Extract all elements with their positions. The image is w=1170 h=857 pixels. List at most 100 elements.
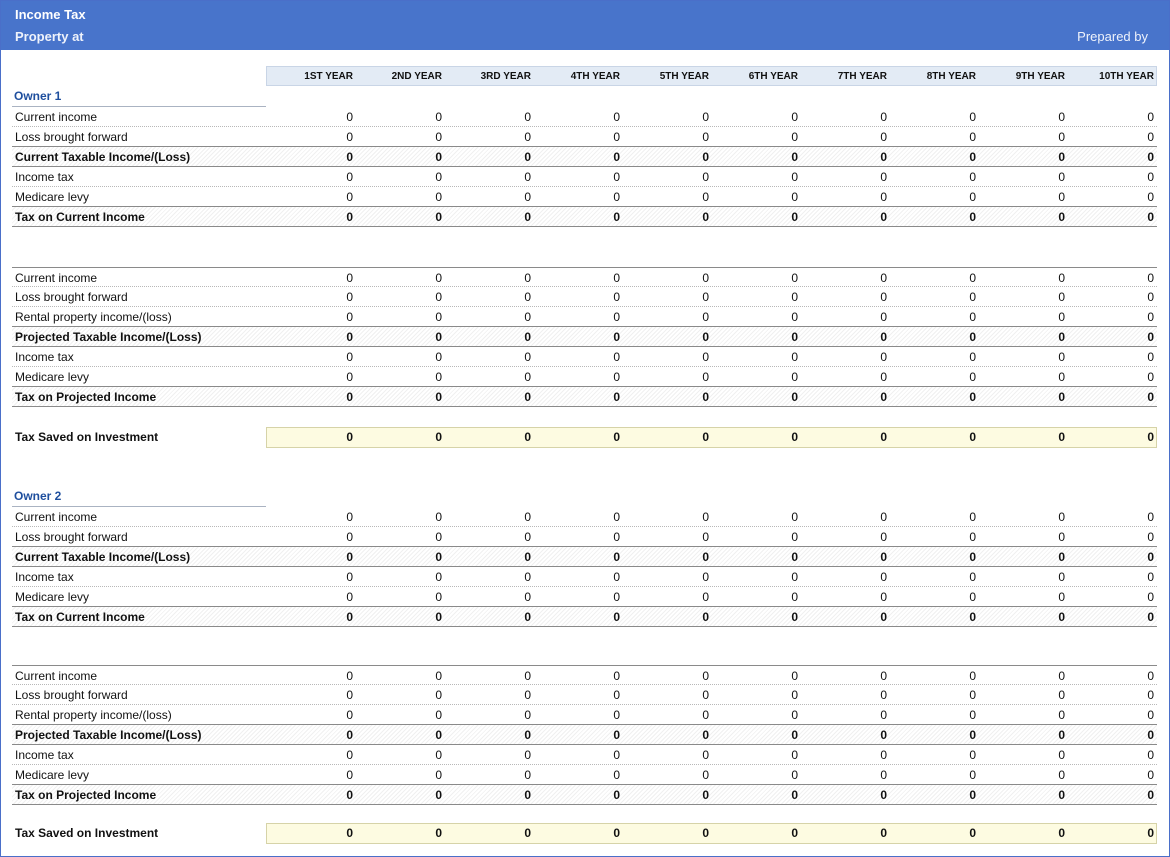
value-cell[interactable]: 0 <box>936 167 976 187</box>
value-cell[interactable]: 0 <box>402 705 442 725</box>
value-cell[interactable]: 0 <box>758 107 798 127</box>
value-cell[interactable]: 0 <box>847 725 887 745</box>
value-cell[interactable]: 0 <box>1114 287 1154 307</box>
value-cell[interactable]: 0 <box>1114 387 1154 407</box>
value-cell[interactable]: 0 <box>936 507 976 527</box>
value-cell[interactable]: 0 <box>491 207 531 227</box>
value-cell[interactable]: 0 <box>1025 327 1065 347</box>
value-cell[interactable]: 0 <box>1114 347 1154 367</box>
value-cell[interactable]: 0 <box>1025 387 1065 407</box>
value-cell[interactable]: 0 <box>758 287 798 307</box>
value-cell[interactable]: 0 <box>402 268 442 288</box>
value-cell[interactable]: 0 <box>580 327 620 347</box>
value-cell[interactable]: 0 <box>758 567 798 587</box>
value-cell[interactable]: 0 <box>580 785 620 805</box>
value-cell[interactable]: 0 <box>1025 823 1065 843</box>
value-cell[interactable]: 0 <box>669 307 709 327</box>
value-cell[interactable]: 0 <box>491 666 531 686</box>
value-cell[interactable]: 0 <box>669 287 709 307</box>
value-cell[interactable]: 0 <box>1025 765 1065 785</box>
value-cell[interactable]: 0 <box>491 167 531 187</box>
value-cell[interactable]: 0 <box>758 187 798 207</box>
value-cell[interactable]: 0 <box>1114 666 1154 686</box>
value-cell[interactable]: 0 <box>402 187 442 207</box>
value-cell[interactable]: 0 <box>580 745 620 765</box>
value-cell[interactable]: 0 <box>402 527 442 547</box>
value-cell[interactable]: 0 <box>313 527 353 547</box>
value-cell[interactable]: 0 <box>580 207 620 227</box>
value-cell[interactable]: 0 <box>313 666 353 686</box>
value-cell[interactable]: 0 <box>402 547 442 567</box>
value-cell[interactable]: 0 <box>580 527 620 547</box>
value-cell[interactable]: 0 <box>847 387 887 407</box>
value-cell[interactable]: 0 <box>313 567 353 587</box>
value-cell[interactable]: 0 <box>1114 207 1154 227</box>
value-cell[interactable]: 0 <box>491 347 531 367</box>
value-cell[interactable]: 0 <box>402 666 442 686</box>
value-cell[interactable]: 0 <box>936 367 976 387</box>
value-cell[interactable]: 0 <box>313 705 353 725</box>
value-cell[interactable]: 0 <box>313 427 353 447</box>
value-cell[interactable]: 0 <box>847 287 887 307</box>
value-cell[interactable]: 0 <box>669 187 709 207</box>
value-cell[interactable]: 0 <box>580 147 620 167</box>
value-cell[interactable]: 0 <box>1025 147 1065 167</box>
value-cell[interactable]: 0 <box>1114 785 1154 805</box>
value-cell[interactable]: 0 <box>313 307 353 327</box>
value-cell[interactable]: 0 <box>758 765 798 785</box>
value-cell[interactable]: 0 <box>402 507 442 527</box>
value-cell[interactable]: 0 <box>402 107 442 127</box>
value-cell[interactable]: 0 <box>491 607 531 627</box>
value-cell[interactable]: 0 <box>936 207 976 227</box>
value-cell[interactable]: 0 <box>402 307 442 327</box>
value-cell[interactable]: 0 <box>580 187 620 207</box>
value-cell[interactable]: 0 <box>758 527 798 547</box>
value-cell[interactable]: 0 <box>580 547 620 567</box>
value-cell[interactable]: 0 <box>847 547 887 567</box>
value-cell[interactable]: 0 <box>669 327 709 347</box>
value-cell[interactable]: 0 <box>491 107 531 127</box>
value-cell[interactable]: 0 <box>313 147 353 167</box>
value-cell[interactable]: 0 <box>402 387 442 407</box>
value-cell[interactable]: 0 <box>669 725 709 745</box>
value-cell[interactable]: 0 <box>1025 307 1065 327</box>
value-cell[interactable]: 0 <box>758 587 798 607</box>
value-cell[interactable]: 0 <box>847 507 887 527</box>
value-cell[interactable]: 0 <box>758 387 798 407</box>
value-cell[interactable]: 0 <box>758 367 798 387</box>
value-cell[interactable]: 0 <box>491 745 531 765</box>
value-cell[interactable]: 0 <box>402 725 442 745</box>
value-cell[interactable]: 0 <box>936 527 976 547</box>
value-cell[interactable]: 0 <box>580 705 620 725</box>
value-cell[interactable]: 0 <box>936 268 976 288</box>
value-cell[interactable]: 0 <box>1114 527 1154 547</box>
value-cell[interactable]: 0 <box>491 725 531 745</box>
value-cell[interactable]: 0 <box>847 207 887 227</box>
value-cell[interactable]: 0 <box>936 666 976 686</box>
value-cell[interactable]: 0 <box>402 607 442 627</box>
value-cell[interactable]: 0 <box>580 127 620 147</box>
value-cell[interactable]: 0 <box>1114 167 1154 187</box>
value-cell[interactable]: 0 <box>936 785 976 805</box>
value-cell[interactable]: 0 <box>1114 705 1154 725</box>
value-cell[interactable]: 0 <box>402 347 442 367</box>
value-cell[interactable]: 0 <box>1025 427 1065 447</box>
value-cell[interactable]: 0 <box>669 547 709 567</box>
value-cell[interactable]: 0 <box>580 685 620 705</box>
value-cell[interactable]: 0 <box>313 287 353 307</box>
value-cell[interactable]: 0 <box>669 367 709 387</box>
value-cell[interactable]: 0 <box>1025 745 1065 765</box>
value-cell[interactable]: 0 <box>580 347 620 367</box>
value-cell[interactable]: 0 <box>936 685 976 705</box>
value-cell[interactable]: 0 <box>758 167 798 187</box>
value-cell[interactable]: 0 <box>847 567 887 587</box>
value-cell[interactable]: 0 <box>402 367 442 387</box>
value-cell[interactable]: 0 <box>758 607 798 627</box>
value-cell[interactable]: 0 <box>669 268 709 288</box>
value-cell[interactable]: 0 <box>936 427 976 447</box>
value-cell[interactable]: 0 <box>491 823 531 843</box>
value-cell[interactable]: 0 <box>402 587 442 607</box>
value-cell[interactable]: 0 <box>669 607 709 627</box>
value-cell[interactable]: 0 <box>1114 725 1154 745</box>
value-cell[interactable]: 0 <box>847 685 887 705</box>
